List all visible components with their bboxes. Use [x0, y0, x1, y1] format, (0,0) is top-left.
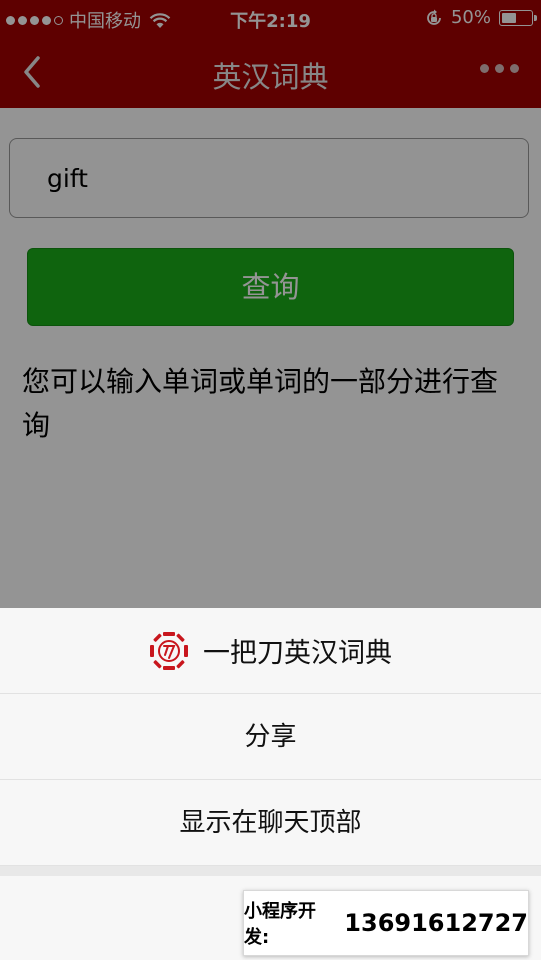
app-logo-icon: [150, 631, 188, 670]
share-button[interactable]: 分享: [0, 694, 541, 780]
action-sheet-divider: [0, 866, 541, 876]
developer-label: 小程序开发:: [244, 901, 316, 948]
developer-banner: 小程序开发: 13691612727: [243, 890, 529, 956]
pin-to-chat-top-button[interactable]: 显示在聊天顶部: [0, 780, 541, 866]
action-sheet-header: 一把刀英汉词典: [0, 608, 541, 694]
developer-phone: 13691612727: [344, 909, 528, 937]
app-name: 一把刀英汉词典: [203, 638, 392, 669]
